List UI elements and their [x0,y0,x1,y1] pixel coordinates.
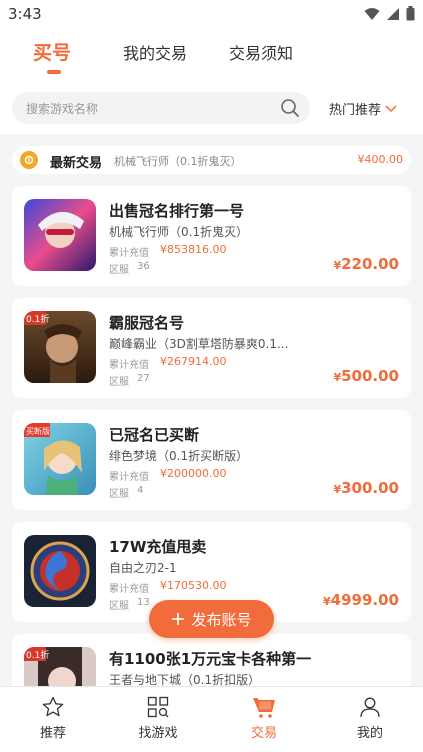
listing-game: 巅峰霸业（3D割草塔防暴爽0.1... [109,337,289,351]
recharge-value: ¥267914.00 [160,355,227,368]
search-icon[interactable] [280,98,300,118]
recharge-value: ¥170530.00 [160,579,227,592]
listing-card[interactable]: 0.1折 有1100张1万元宝卡各种第一 王者与地下城（0.1折扣版） [12,634,411,686]
recharge-label: 累计充值 [109,360,149,371]
listing-area[interactable]: 最新交易 机械飞行师（0.1折鬼灭） ¥400.00 出售冠名排行第一号 机械飞… [0,134,423,686]
star-icon [42,696,64,717]
sort-dropdown[interactable]: 热门推荐 [329,99,397,118]
trade-coin-icon [20,151,38,169]
server-label: 区服 [109,601,129,612]
ticker-title: 最新交易 [50,156,103,171]
listing-price: ¥500.00 [333,367,399,385]
recharge-label: 累计充值 [109,248,149,259]
server-label: 区服 [109,265,129,276]
buyout-badge-text: 买断版 [26,426,50,436]
recharge-label: 累计充值 [109,472,149,483]
grid-search-icon [147,696,169,718]
game-thumbnail: 买断版 [24,423,96,495]
listing-title: 17W充值甩卖 [109,538,207,556]
listing-card[interactable]: 买断版 已冠名已买断 绯色梦境（0.1折买断版） 累计充值 ¥200000.00… [12,410,411,510]
listing-game: 机械飞行师（0.1折鬼灭） [109,225,249,239]
nav-item-find-games[interactable]: 找游戏 [118,695,198,741]
plus-icon [172,613,185,625]
nav-item-trade[interactable]: 交易 [224,695,304,741]
game-thumbnail [24,535,96,607]
server-label: 区服 [109,489,129,500]
server-label: 区服 [109,377,129,388]
listing-price: ¥220.00 [333,255,399,273]
listing-card[interactable]: 0.1折 霸服冠名号 巅峰霸业（3D割草塔防暴爽0.1... 累计充值 ¥267… [12,298,411,398]
top-tabs: 买号 我的交易 交易须知 [0,30,423,80]
ticker-desc: 机械飞行师（0.1折鬼灭） [114,155,242,168]
nav-item-recommend[interactable]: 推荐 [13,695,93,741]
tab-buy-account[interactable]: 买号 [33,38,71,65]
nav-label: 推荐 [39,726,66,741]
recharge-value: ¥200000.00 [160,467,227,480]
listing-game: 自由之刃2-1 [109,561,177,575]
recharge-value: ¥853816.00 [160,243,227,256]
bottom-nav: 推荐 找游戏 交易 我的 [0,686,423,752]
sort-label: 热门推荐 [329,103,382,118]
discount-badge-text: 0.1折 [26,649,49,661]
game-thumbnail: 0.1折 [24,647,96,686]
nav-item-mine[interactable]: 我的 [330,695,410,741]
recharge-label: 累计充值 [109,584,149,595]
latest-trade-ticker[interactable]: 最新交易 机械飞行师（0.1折鬼灭） ¥400.00 [12,146,411,174]
server-value: 36 [137,261,150,272]
publish-account-label: 发布账号 [191,610,252,629]
discount-badge-text: 0.1折 [26,313,49,325]
listing-game: 绯色梦境（0.1折买断版） [109,449,249,463]
battery-icon [406,6,415,21]
active-tab-indicator [47,70,61,74]
server-value: 4 [137,485,144,496]
search-input[interactable]: 搜索游戏名称 [12,92,310,124]
game-thumbnail [24,199,96,271]
wifi-icon [364,7,380,20]
server-value: 27 [137,373,150,384]
ticker-price: ¥400.00 [357,153,404,166]
listing-title: 已冠名已买断 [109,426,200,444]
signal-icon [387,7,399,20]
nav-label: 交易 [250,726,277,741]
tab-my-trades[interactable]: 我的交易 [123,40,187,64]
game-thumbnail: 0.1折 [24,311,96,383]
listing-title: 出售冠名排行第一号 [109,202,245,220]
listing-game: 王者与地下城（0.1折扣版） [109,673,261,686]
status-bar: 3:43 [0,0,423,30]
chevron-down-icon [385,104,397,112]
listing-title: 霸服冠名号 [109,314,185,332]
publish-account-button[interactable]: 发布账号 [149,600,274,638]
nav-label: 找游戏 [138,726,178,741]
status-time: 3:43 [8,5,42,23]
server-value: 13 [137,597,150,608]
listing-price: ¥300.00 [333,479,399,497]
status-icons [364,6,415,21]
person-icon [360,697,380,718]
listing-price: ¥4999.00 [323,591,399,609]
listing-card[interactable]: 出售冠名排行第一号 机械飞行师（0.1折鬼灭） 累计充值 ¥853816.00 … [12,186,411,286]
search-placeholder: 搜索游戏名称 [26,102,99,116]
search-row: 搜索游戏名称 热门推荐 [0,86,423,132]
cart-icon [253,698,275,718]
tab-trade-notice[interactable]: 交易须知 [229,40,293,64]
listing-title: 有1100张1万元宝卡各种第一 [109,650,312,668]
nav-label: 我的 [356,726,383,741]
